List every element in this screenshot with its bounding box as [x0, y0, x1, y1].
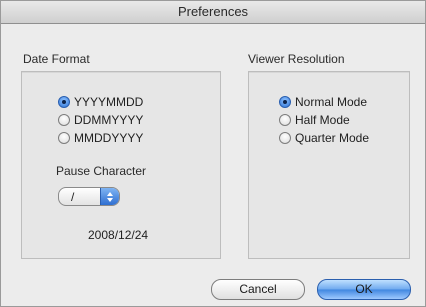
preferences-window: Preferences Date Format YYYYMMDD DDMMYYY…	[0, 0, 426, 307]
radio-ddmmyyyy[interactable]: DDMMYYYY	[58, 113, 143, 127]
radio-selected-icon	[58, 96, 70, 108]
title-bar[interactable]: Preferences	[1, 1, 425, 24]
radio-unselected-icon	[279, 132, 291, 144]
pause-character-popup[interactable]: /	[58, 187, 120, 206]
radio-normal-mode[interactable]: Normal Mode	[279, 95, 367, 109]
pause-character-value: /	[71, 189, 75, 204]
radio-unselected-icon	[58, 114, 70, 126]
radio-selected-icon	[279, 96, 291, 108]
cancel-button[interactable]: Cancel	[211, 279, 305, 300]
radio-mmddyyyy[interactable]: MMDDYYYY	[58, 131, 143, 145]
window-title: Preferences	[177, 4, 249, 19]
pause-character-label: Pause Character	[56, 164, 147, 178]
ok-button[interactable]: OK	[317, 279, 411, 300]
date-preview: 2008/12/24	[88, 228, 149, 242]
viewer-resolution-group: Normal Mode Half Mode Quarter Mode	[248, 71, 410, 259]
radio-label: Quarter Mode	[295, 131, 370, 145]
radio-half-mode[interactable]: Half Mode	[279, 113, 350, 127]
radio-label: Normal Mode	[295, 95, 368, 109]
radio-label: Half Mode	[295, 113, 350, 127]
date-format-heading: Date Format	[23, 52, 90, 66]
radio-unselected-icon	[279, 114, 291, 126]
date-format-group: YYYYMMDD DDMMYYYY MMDDYYYY Pause Charact…	[21, 71, 221, 259]
radio-label: YYYYMMDD	[74, 95, 144, 109]
radio-yyyymmdd[interactable]: YYYYMMDD	[58, 95, 143, 109]
radio-quarter-mode[interactable]: Quarter Mode	[279, 131, 369, 145]
radio-unselected-icon	[58, 132, 70, 144]
popup-arrows-icon	[100, 188, 119, 205]
viewer-resolution-heading: Viewer Resolution	[248, 52, 345, 66]
radio-label: MMDDYYYY	[74, 131, 144, 145]
radio-label: DDMMYYYY	[74, 113, 144, 127]
